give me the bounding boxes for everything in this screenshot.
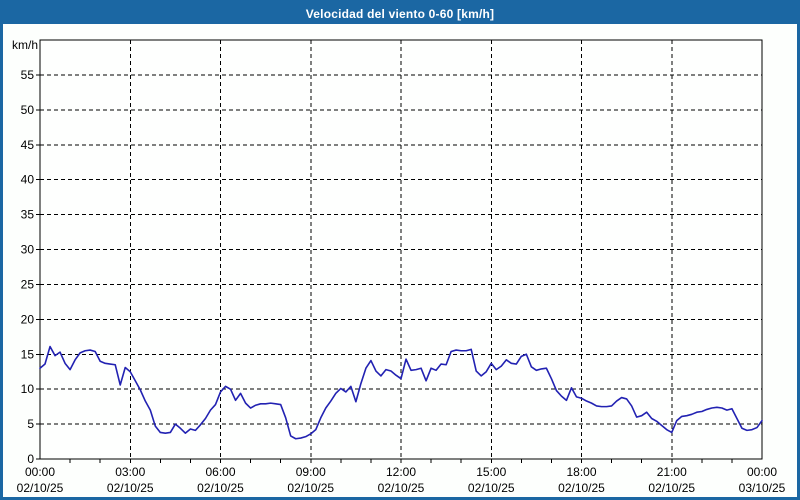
x-tick-date-label: 02/10/25 xyxy=(468,481,515,495)
x-tick-time-label: 03:00 xyxy=(115,465,145,479)
x-tick-time-label: 00:00 xyxy=(25,465,55,479)
chart-window: Velocidad del viento 0-60 [km/h] 0 5 10 15 2… xyxy=(0,0,800,500)
x-tick-date-label: 02/10/25 xyxy=(648,481,695,495)
y-tick-label: 5 xyxy=(27,417,34,431)
x-tick-date-label: 02/10/25 xyxy=(378,481,425,495)
y-axis-unit-label: km/h xyxy=(12,38,38,52)
y-tick-label: 35 xyxy=(21,208,35,222)
chart-title: Velocidad del viento 0-60 [km/h] xyxy=(305,6,495,21)
y-tick-label: 30 xyxy=(21,243,35,257)
y-tick-label: 10 xyxy=(21,382,35,396)
x-tick-time-label: 09:00 xyxy=(296,465,326,479)
y-tick-label: 55 xyxy=(21,68,35,82)
x-tick-date-label: 02/10/25 xyxy=(107,481,154,495)
x-tick-time-label: 00:00 xyxy=(747,465,777,479)
x-tick-date-label: 02/10/25 xyxy=(287,481,334,495)
y-tick-label: 40 xyxy=(21,173,35,187)
x-tick-date-label: 02/10/25 xyxy=(558,481,605,495)
x-tick-time-label: 15:00 xyxy=(476,465,506,479)
title-bar: Velocidad del viento 0-60 [km/h] xyxy=(3,3,797,24)
chart-area: 0 5 10 15 20 25 30 35 40 45 50 55 00:00 02/10/25 03:00… xyxy=(3,24,797,497)
x-tick-date-label: 02/10/25 xyxy=(197,481,244,495)
y-tick-label: 25 xyxy=(21,277,35,291)
x-tick-date-label: 02/10/25 xyxy=(17,481,64,495)
y-tick-label: 45 xyxy=(21,138,35,152)
x-tick-time-label: 12:00 xyxy=(386,465,416,479)
x-tick-date-label: 03/10/25 xyxy=(739,481,786,495)
y-tick-label: 50 xyxy=(21,103,35,117)
y-tick-label: 15 xyxy=(21,347,35,361)
y-tick-label: 0 xyxy=(27,452,34,466)
y-tick-label: 20 xyxy=(21,312,35,326)
x-tick-time-label: 21:00 xyxy=(657,465,687,479)
x-tick-time-label: 18:00 xyxy=(566,465,596,479)
x-tick-time-label: 06:00 xyxy=(205,465,235,479)
wind-speed-chart: 0 5 10 15 20 25 30 35 40 45 50 55 00:00 02/10/25 03:00… xyxy=(12,38,786,495)
